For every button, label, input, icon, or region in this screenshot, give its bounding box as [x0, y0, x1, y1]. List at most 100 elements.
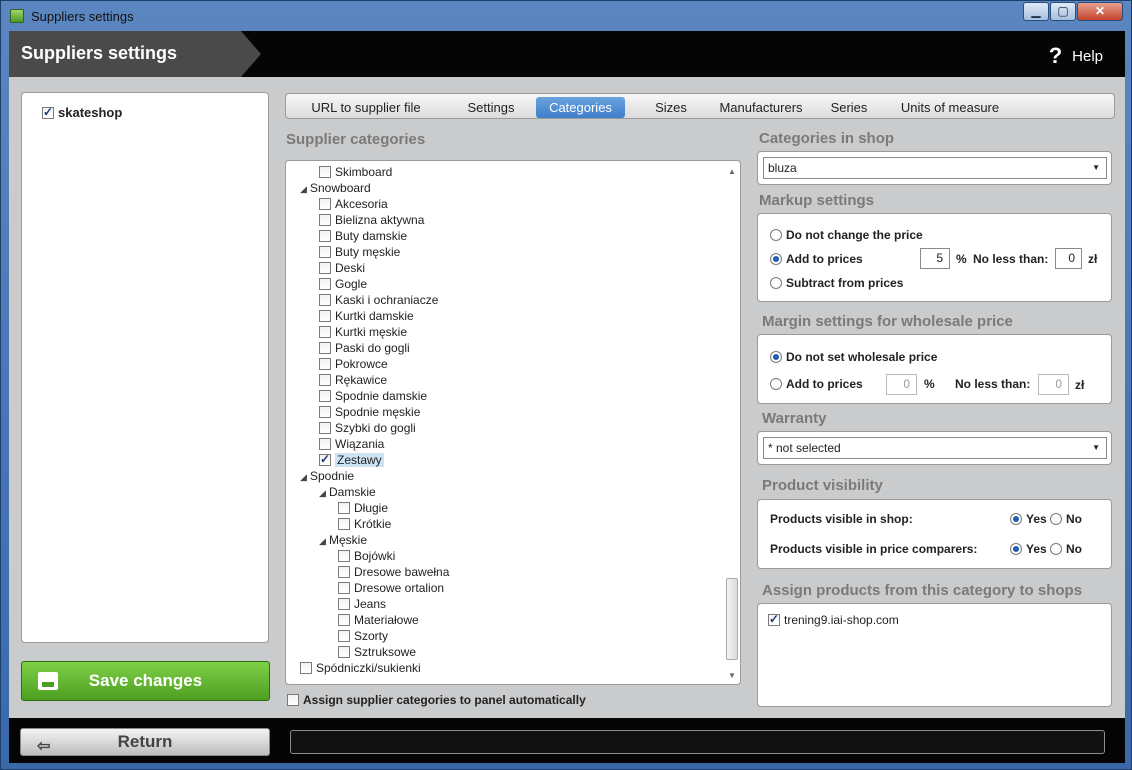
markup-percent-input[interactable]: 5 — [920, 248, 950, 269]
visible-in-shop-yes-radio[interactable] — [1010, 513, 1022, 525]
tree-item[interactable]: Spódniczki/sukienki — [300, 661, 421, 676]
tree-item[interactable]: Jeans — [338, 597, 386, 612]
tree-item-checkbox[interactable] — [319, 262, 331, 274]
tab-sizes[interactable]: Sizes — [646, 97, 696, 118]
expand-triangle-icon[interactable]: ◢ — [319, 486, 329, 501]
margin-percent-input[interactable]: 0 — [886, 374, 917, 395]
expand-triangle-icon[interactable]: ◢ — [300, 182, 310, 197]
visible-in-comparers-no[interactable]: No — [1050, 542, 1082, 556]
tree-item[interactable]: Deski — [319, 261, 365, 276]
close-button[interactable]: ✕ — [1077, 2, 1123, 21]
tree-item-checkbox[interactable] — [319, 438, 331, 450]
tree-item[interactable]: Gogle — [319, 277, 367, 292]
tree-item[interactable]: Kaski i ochraniacze — [319, 293, 438, 308]
margin-add-radio[interactable] — [770, 378, 782, 390]
auto-assign-checkbox[interactable] — [287, 694, 299, 706]
tree-item[interactable]: Bielizna aktywna — [319, 213, 424, 228]
tree-item[interactable]: Dresowe bawełna — [338, 565, 449, 580]
tree-item-checkbox[interactable] — [338, 598, 350, 610]
markup-subtract-option[interactable]: Subtract from prices — [770, 276, 903, 290]
tree-item[interactable]: Materiałowe — [338, 613, 419, 628]
tree-item-checkbox[interactable] — [319, 246, 331, 258]
tree-item[interactable]: Wiązania — [319, 437, 384, 452]
markup-no-less-input[interactable]: 0 — [1055, 248, 1082, 269]
margin-no-less-input[interactable]: 0 — [1038, 374, 1069, 395]
margin-notset-option[interactable]: Do not set wholesale price — [770, 350, 937, 364]
tree-item-checkbox[interactable] — [319, 342, 331, 354]
minimize-button[interactable]: ▁ — [1023, 2, 1049, 21]
help-button[interactable]: ? Help — [1049, 43, 1103, 69]
shop-checkbox[interactable] — [42, 105, 54, 119]
scroll-down-icon[interactable]: ▼ — [728, 671, 736, 680]
tree-item[interactable]: Skimboard — [319, 165, 392, 180]
tree-item[interactable]: Kurtki męskie — [319, 325, 407, 340]
tab-series[interactable]: Series — [827, 97, 871, 118]
tree-item[interactable]: Długie — [338, 501, 388, 516]
tree-item[interactable]: ◢ Męskie — [319, 533, 367, 548]
tree-item[interactable]: Krótkie — [338, 517, 391, 532]
tree-item-checkbox[interactable] — [319, 452, 331, 467]
assign-shop-item[interactable]: trening9.iai-shop.com — [768, 612, 899, 627]
tab-categories[interactable]: Categories — [536, 97, 625, 118]
markup-nochange-option[interactable]: Do not change the price — [770, 228, 923, 242]
scroll-thumb[interactable] — [726, 578, 738, 660]
tab-url[interactable]: URL to supplier file — [298, 97, 434, 118]
tree-item[interactable]: ◢ Damskie — [319, 485, 376, 500]
tree-item-checkbox[interactable] — [338, 550, 350, 562]
visible-in-shop-no-radio[interactable] — [1050, 513, 1062, 525]
tree-item-checkbox[interactable] — [319, 390, 331, 402]
tree-item[interactable]: Rękawice — [319, 373, 387, 388]
tree-item-checkbox[interactable] — [319, 422, 331, 434]
tree-item-checkbox[interactable] — [319, 230, 331, 242]
tree-item[interactable]: ◢ Spodnie — [300, 469, 354, 484]
markup-add-option[interactable]: Add to prices — [770, 252, 863, 266]
title-bar[interactable]: Suppliers settings ▁ ▢ ✕ — [1, 1, 1131, 31]
visible-in-comparers-yes[interactable]: Yes — [1010, 542, 1047, 556]
shop-category-select[interactable]: bluza ▼ — [763, 157, 1107, 179]
markup-subtract-radio[interactable] — [770, 277, 782, 289]
tree-item[interactable]: Akcesoria — [319, 197, 388, 212]
tree-item[interactable]: Pokrowce — [319, 357, 388, 372]
tree-item-checkbox[interactable] — [319, 278, 331, 290]
tab-manufacturers[interactable]: Manufacturers — [714, 97, 808, 118]
tree-item-checkbox[interactable] — [319, 406, 331, 418]
tree-item-checkbox[interactable] — [338, 630, 350, 642]
tree-item-checkbox[interactable] — [319, 358, 331, 370]
tree-item[interactable]: Szorty — [338, 629, 388, 644]
tree-item-checkbox[interactable] — [319, 166, 331, 178]
tree-item-checkbox[interactable] — [338, 502, 350, 514]
tree-item[interactable]: Buty męskie — [319, 245, 400, 260]
expand-triangle-icon[interactable]: ◢ — [319, 534, 329, 549]
tree-item[interactable]: Paski do gogli — [319, 341, 410, 356]
warranty-select[interactable]: * not selected ▼ — [763, 437, 1107, 459]
tree-item[interactable]: Szybki do gogli — [319, 421, 416, 436]
tree-item[interactable]: Spodnie damskie — [319, 389, 427, 404]
save-changes-button[interactable]: Save changes — [21, 661, 270, 701]
tree-item-checkbox[interactable] — [338, 614, 350, 626]
tree-item[interactable]: Spodnie męskie — [319, 405, 420, 420]
tree-item[interactable]: Sztruksowe — [338, 645, 416, 660]
markup-add-radio[interactable] — [770, 253, 782, 265]
markup-nochange-radio[interactable] — [770, 229, 782, 241]
tree-item[interactable]: Kurtki damskie — [319, 309, 414, 324]
visible-in-shop-no[interactable]: No — [1050, 512, 1082, 526]
return-button[interactable]: ⇦ Return — [20, 728, 270, 756]
margin-notset-radio[interactable] — [770, 351, 782, 363]
margin-add-option[interactable]: Add to prices — [770, 377, 863, 391]
tab-units-of-measure[interactable]: Units of measure — [894, 97, 1006, 118]
visible-in-comparers-yes-radio[interactable] — [1010, 543, 1022, 555]
tab-settings[interactable]: Settings — [456, 97, 526, 118]
tree-item-checkbox[interactable] — [319, 214, 331, 226]
visible-in-comparers-no-radio[interactable] — [1050, 543, 1062, 555]
tree-item-checkbox[interactable] — [338, 646, 350, 658]
auto-assign-option[interactable]: Assign supplier categories to panel auto… — [287, 693, 586, 707]
tree-item-checkbox[interactable] — [319, 374, 331, 386]
tree-scrollbar[interactable]: ▲ ▼ — [726, 165, 738, 680]
assign-shop-checkbox[interactable] — [768, 612, 780, 626]
tree-item[interactable]: Buty damskie — [319, 229, 407, 244]
shop-item[interactable]: skateshop — [42, 105, 122, 120]
tree-item-checkbox[interactable] — [300, 662, 312, 674]
tree-item-checkbox[interactable] — [338, 566, 350, 578]
maximize-button[interactable]: ▢ — [1050, 2, 1076, 21]
expand-triangle-icon[interactable]: ◢ — [300, 470, 310, 485]
